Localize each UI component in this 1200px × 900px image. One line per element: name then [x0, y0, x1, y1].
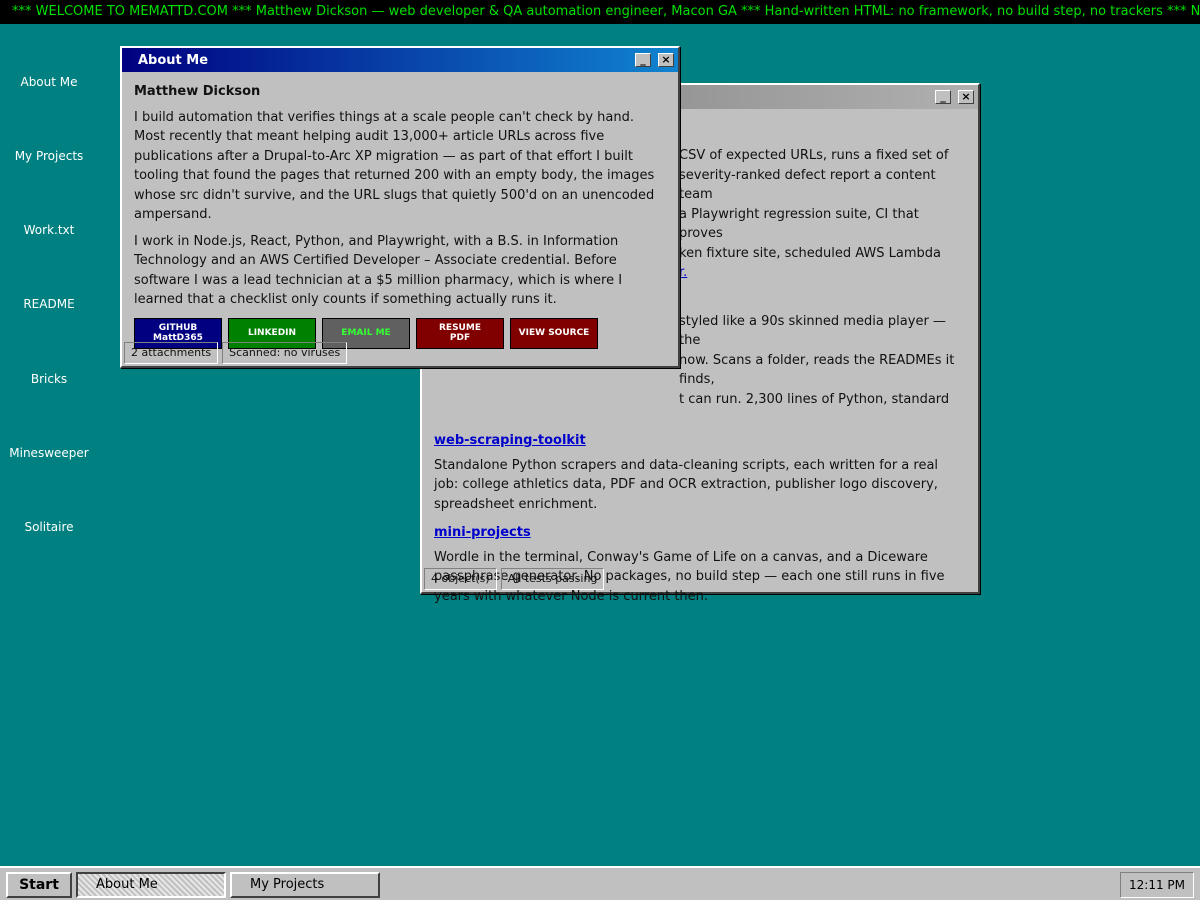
status-scan: Scanned: no viruses	[222, 342, 348, 364]
clock: 12:11 PM	[1120, 872, 1194, 898]
close-button[interactable]: ×	[958, 90, 974, 104]
project-entry: web-scraping-toolkit Standalone Python s…	[434, 431, 966, 514]
about-content: Matthew Dickson I build automation that …	[122, 72, 678, 355]
taskbar-item-about-me[interactable]: About Me	[76, 872, 226, 898]
status-tests: All tests passing	[500, 568, 605, 590]
text-line: t can run. 2,300 lines of Python, standa…	[679, 391, 950, 407]
minimize-button[interactable]: _	[635, 53, 651, 67]
text-line: severity-ranked defect report a content …	[679, 167, 936, 203]
about-paragraph: I build automation that verifies things …	[134, 109, 655, 223]
project-entry: mini-projects Wordle in the terminal, Co…	[434, 523, 966, 606]
about-window: About Me _ × Matthew Dickson I build aut…	[120, 46, 680, 368]
window-title: About Me	[138, 52, 209, 68]
taskbar-item-my-projects[interactable]: My Projects	[230, 872, 380, 898]
desktop-icon-work-txt[interactable]: Work.txt	[0, 223, 98, 237]
project-link-partial[interactable]: r.	[679, 265, 687, 280]
about-titlebar[interactable]: About Me _ ×	[122, 48, 678, 72]
text-line: CSV of expected URLs, runs a fixed set o…	[679, 148, 949, 163]
about-statusbar: 2 attachments Scanned: no viruses	[124, 342, 348, 364]
marquee-text: *** WELCOME TO MEMATTD.COM *** Matthew D…	[12, 4, 1200, 19]
desktop-icon-about-me[interactable]: About Me	[0, 75, 98, 89]
text-line: ken fixture site, scheduled AWS Lambda	[679, 245, 941, 261]
text-line: now. Scans a folder, reads the READMEs i…	[679, 352, 955, 388]
minimize-button[interactable]: _	[935, 90, 951, 104]
project-link-mini-projects[interactable]: mini-projects	[434, 523, 966, 543]
project-link-web-scraping-toolkit[interactable]: web-scraping-toolkit	[434, 431, 966, 451]
about-name-heading: Matthew Dickson	[134, 84, 261, 99]
projects-statusbar: 4 object(s) All tests passing	[424, 568, 605, 590]
marquee-banner: *** WELCOME TO MEMATTD.COM *** Matthew D…	[0, 0, 1200, 24]
desktop-icon-bricks[interactable]: Bricks	[0, 372, 98, 386]
desktop-icon-readme[interactable]: README	[0, 297, 98, 311]
project-description: Standalone Python scrapers and data-clea…	[434, 457, 939, 512]
status-attachments: 2 attachments	[124, 342, 219, 364]
about-paragraph: I work in Node.js, React, Python, and Pl…	[134, 233, 623, 308]
start-button[interactable]: Start	[6, 872, 72, 898]
resume-button[interactable]: RESUME PDF	[416, 317, 504, 349]
status-object-count: 4 object(s)	[424, 568, 497, 590]
desktop-icon-my-projects[interactable]: My Projects	[0, 149, 98, 163]
desktop-icon-solitaire[interactable]: Solitaire	[0, 520, 98, 534]
taskbar: Start About Me My Projects 12:11 PM	[0, 866, 1200, 900]
text-line: styled like a 90s skinned media player —…	[679, 313, 946, 349]
close-button[interactable]: ×	[658, 53, 674, 67]
text-line: a Playwright regression suite, CI that p…	[679, 206, 919, 242]
view-source-button[interactable]: VIEW SOURCE	[510, 317, 598, 349]
desktop-icon-minesweeper[interactable]: Minesweeper	[0, 446, 98, 460]
